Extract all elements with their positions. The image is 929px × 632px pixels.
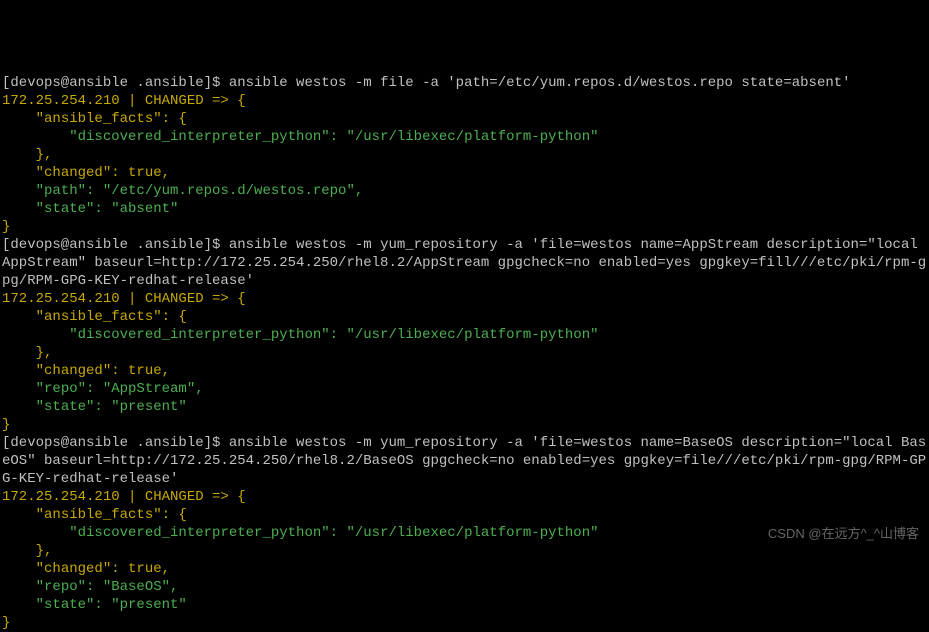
- output-facts-key-3: "ansible_facts": {: [2, 507, 187, 523]
- output-close-3: }: [2, 615, 10, 631]
- output-host-1: 172.25.254.210 | CHANGED => {: [2, 93, 246, 109]
- output-state-2: "state": "present": [2, 399, 187, 415]
- prompt-2: [devops@ansible .ansible]$: [2, 237, 229, 253]
- output-facts-close-1: },: [2, 147, 52, 163]
- output-interp-1: "discovered_interpreter_python": "/usr/l…: [2, 129, 599, 145]
- output-repo-3: "repo": "BaseOS",: [2, 579, 178, 595]
- output-host-3: 172.25.254.210 | CHANGED => {: [2, 489, 246, 505]
- output-close-1: }: [2, 219, 10, 235]
- command-1: ansible westos -m file -a 'path=/etc/yum…: [229, 75, 851, 91]
- output-path-1: "path": "/etc/yum.repos.d/westos.repo",: [2, 183, 363, 199]
- prompt-3: [devops@ansible .ansible]$: [2, 435, 229, 451]
- output-facts-close-2: },: [2, 345, 52, 361]
- output-state-1: "state": "absent": [2, 201, 178, 217]
- prompt-1: [devops@ansible .ansible]$: [2, 75, 229, 91]
- output-repo-2: "repo": "AppStream",: [2, 381, 204, 397]
- output-changed-2: "changed": true,: [2, 363, 170, 379]
- output-facts-key-1: "ansible_facts": {: [2, 111, 187, 127]
- output-facts-close-3: },: [2, 543, 52, 559]
- output-host-2: 172.25.254.210 | CHANGED => {: [2, 291, 246, 307]
- output-interp-3: "discovered_interpreter_python": "/usr/l…: [2, 525, 599, 541]
- output-facts-key-2: "ansible_facts": {: [2, 309, 187, 325]
- output-close-2: }: [2, 417, 10, 433]
- output-interp-2: "discovered_interpreter_python": "/usr/l…: [2, 327, 599, 343]
- output-changed-3: "changed": true,: [2, 561, 170, 577]
- output-changed-1: "changed": true,: [2, 165, 170, 181]
- output-state-3: "state": "present": [2, 597, 187, 613]
- watermark: CSDN @在远方^_^山博客: [768, 525, 919, 543]
